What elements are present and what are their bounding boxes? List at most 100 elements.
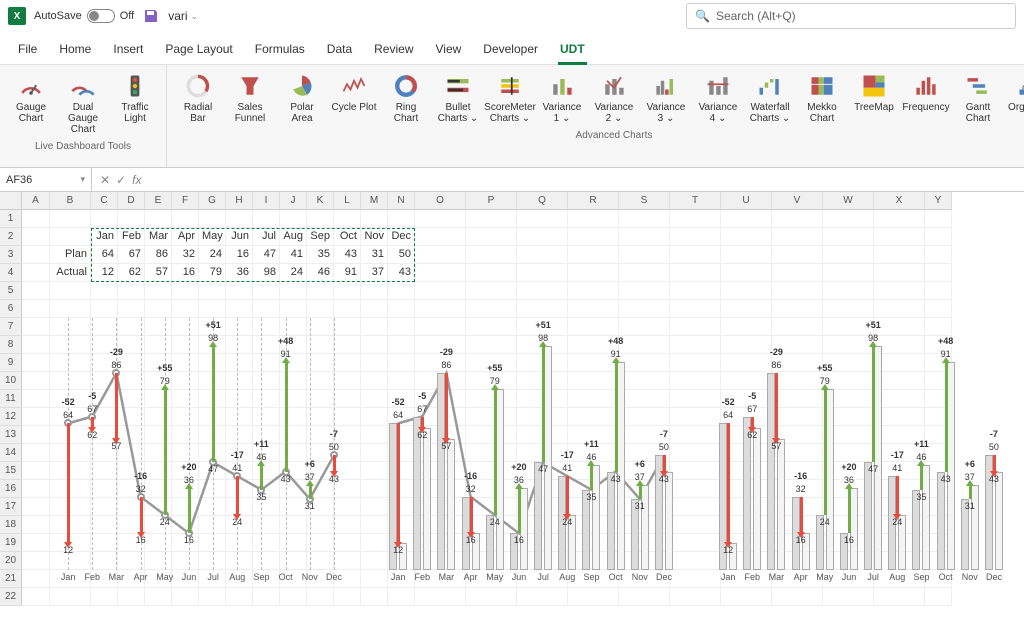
cell[interactable]: 41 bbox=[280, 246, 307, 264]
cell[interactable] bbox=[823, 264, 874, 282]
cell[interactable]: May bbox=[199, 228, 226, 246]
col-header-J[interactable]: J bbox=[280, 192, 307, 210]
cell[interactable]: 62 bbox=[118, 264, 145, 282]
cell[interactable] bbox=[50, 210, 91, 228]
cell[interactable] bbox=[925, 264, 952, 282]
cell[interactable] bbox=[772, 264, 823, 282]
cell[interactable] bbox=[823, 210, 874, 228]
cell[interactable] bbox=[517, 210, 568, 228]
col-header-N[interactable]: N bbox=[388, 192, 415, 210]
row-header-11[interactable]: 11 bbox=[0, 390, 22, 408]
cell[interactable] bbox=[619, 282, 670, 300]
ribbon-variance-1[interactable]: Variance 1 ⌄ bbox=[537, 69, 587, 127]
row-header-20[interactable]: 20 bbox=[0, 552, 22, 570]
cell[interactable] bbox=[22, 282, 50, 300]
menu-insert[interactable]: Insert bbox=[111, 38, 145, 64]
cell[interactable]: 12 bbox=[91, 264, 118, 282]
cell[interactable] bbox=[619, 246, 670, 264]
cell[interactable] bbox=[172, 282, 199, 300]
row-header-3[interactable]: 3 bbox=[0, 246, 22, 264]
name-box[interactable]: AF36▾ bbox=[0, 168, 92, 191]
cell[interactable] bbox=[91, 210, 118, 228]
variance-chart[interactable]: 6412-526762-58657-293216-167924+553616+2… bbox=[370, 314, 680, 594]
cell[interactable] bbox=[334, 210, 361, 228]
row-header-6[interactable]: 6 bbox=[0, 300, 22, 318]
cell[interactable] bbox=[466, 228, 517, 246]
row-header-21[interactable]: 21 bbox=[0, 570, 22, 588]
cell[interactable]: 98 bbox=[253, 264, 280, 282]
row-header-9[interactable]: 9 bbox=[0, 354, 22, 372]
cell[interactable] bbox=[772, 228, 823, 246]
col-header-Y[interactable]: Y bbox=[925, 192, 952, 210]
menu-formulas[interactable]: Formulas bbox=[253, 38, 307, 64]
row-header-16[interactable]: 16 bbox=[0, 480, 22, 498]
cell[interactable]: 37 bbox=[361, 264, 388, 282]
col-header-R[interactable]: R bbox=[568, 192, 619, 210]
cell[interactable]: 91 bbox=[334, 264, 361, 282]
cell[interactable] bbox=[823, 282, 874, 300]
cell[interactable] bbox=[388, 282, 415, 300]
menu-review[interactable]: Review bbox=[372, 38, 415, 64]
cell[interactable]: Apr bbox=[172, 228, 199, 246]
cell[interactable] bbox=[721, 228, 772, 246]
col-header-T[interactable]: T bbox=[670, 192, 721, 210]
ribbon-gantt-chart[interactable]: Gantt Chart bbox=[953, 69, 1003, 127]
col-header-B[interactable]: B bbox=[50, 192, 91, 210]
col-header-M[interactable]: M bbox=[361, 192, 388, 210]
cell[interactable] bbox=[91, 282, 118, 300]
col-header-X[interactable]: X bbox=[874, 192, 925, 210]
cell[interactable] bbox=[226, 282, 253, 300]
cell[interactable] bbox=[172, 210, 199, 228]
variance-chart[interactable]: 6412-526762-58657-293216-167924+553616+2… bbox=[40, 314, 350, 594]
cell[interactable] bbox=[619, 228, 670, 246]
ribbon-traffic-light[interactable]: Traffic Light bbox=[110, 69, 160, 138]
menu-view[interactable]: View bbox=[434, 38, 464, 64]
ribbon-variance-3[interactable]: Variance 3 ⌄ bbox=[641, 69, 691, 127]
cell[interactable]: Mar bbox=[145, 228, 172, 246]
menu-home[interactable]: Home bbox=[57, 38, 93, 64]
ribbon-treemap[interactable]: TreeMap bbox=[849, 69, 899, 127]
cell[interactable] bbox=[517, 264, 568, 282]
col-header-O[interactable]: O bbox=[415, 192, 466, 210]
menu-udt[interactable]: UDT bbox=[558, 38, 587, 64]
cell[interactable] bbox=[280, 282, 307, 300]
cell[interactable]: Sep bbox=[307, 228, 334, 246]
cell[interactable] bbox=[517, 282, 568, 300]
cell[interactable]: 47 bbox=[253, 246, 280, 264]
cell[interactable] bbox=[415, 228, 466, 246]
cell[interactable] bbox=[517, 246, 568, 264]
cell[interactable] bbox=[619, 210, 670, 228]
ribbon-scoremeter-charts[interactable]: ScoreMeter Charts ⌄ bbox=[485, 69, 535, 127]
col-header-G[interactable]: G bbox=[199, 192, 226, 210]
cell[interactable] bbox=[517, 228, 568, 246]
confirm-icon[interactable]: ✓ bbox=[116, 173, 126, 187]
cell[interactable] bbox=[568, 264, 619, 282]
cell[interactable] bbox=[466, 210, 517, 228]
menu-developer[interactable]: Developer bbox=[481, 38, 540, 64]
cell[interactable] bbox=[415, 246, 466, 264]
col-header-Q[interactable]: Q bbox=[517, 192, 568, 210]
cell[interactable] bbox=[226, 210, 253, 228]
cell[interactable] bbox=[466, 264, 517, 282]
cell[interactable] bbox=[22, 264, 50, 282]
cell[interactable] bbox=[466, 282, 517, 300]
col-header-I[interactable]: I bbox=[253, 192, 280, 210]
cell[interactable]: Actual bbox=[50, 264, 91, 282]
cell[interactable]: Jun bbox=[226, 228, 253, 246]
cell[interactable]: 24 bbox=[199, 246, 226, 264]
cell[interactable] bbox=[925, 246, 952, 264]
cell[interactable] bbox=[772, 282, 823, 300]
cell[interactable]: Aug bbox=[280, 228, 307, 246]
menu-data[interactable]: Data bbox=[325, 38, 354, 64]
cell[interactable]: 31 bbox=[361, 246, 388, 264]
cell[interactable] bbox=[670, 228, 721, 246]
cell[interactable] bbox=[145, 210, 172, 228]
cell[interactable] bbox=[619, 264, 670, 282]
cell[interactable] bbox=[199, 210, 226, 228]
row-header-4[interactable]: 4 bbox=[0, 264, 22, 282]
cell[interactable] bbox=[874, 264, 925, 282]
cell[interactable] bbox=[670, 282, 721, 300]
ribbon-variance-4[interactable]: Variance 4 ⌄ bbox=[693, 69, 743, 127]
col-header-C[interactable]: C bbox=[91, 192, 118, 210]
col-header-D[interactable]: D bbox=[118, 192, 145, 210]
